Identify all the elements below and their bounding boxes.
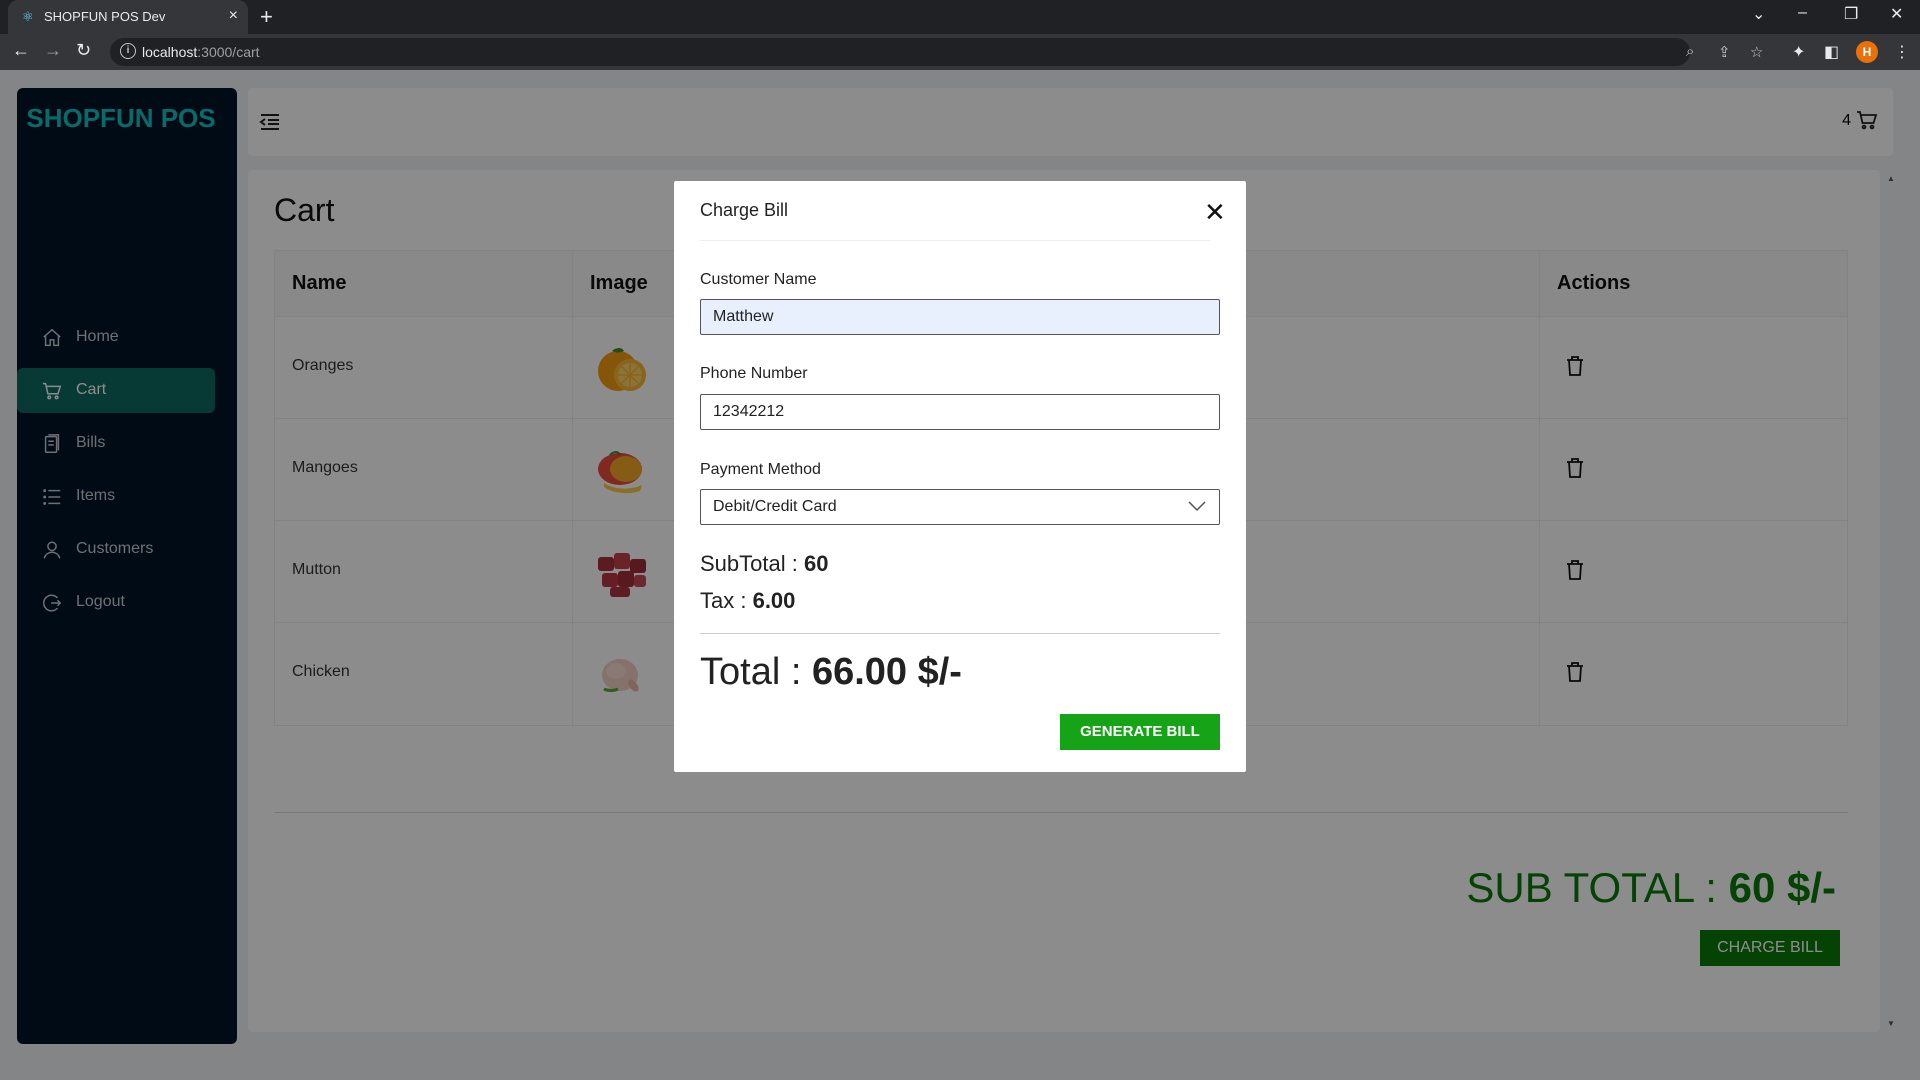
forward-icon[interactable]: →: [44, 40, 62, 61]
profile-avatar[interactable]: H: [1856, 41, 1878, 63]
minimize-icon[interactable]: –: [1798, 4, 1807, 22]
browser-tabbar: ⚛ SHOPFUN POS Dev × + ⌄ – ❐ ✕: [0, 0, 1920, 34]
modal-header-divider: [700, 240, 1210, 241]
extensions-icon[interactable]: ✦: [1792, 42, 1805, 62]
modal-title: Charge Bill: [700, 200, 789, 220]
address-bar[interactable]: i localhost:3000/cart ⌕ ⇪ ☆: [110, 38, 1763, 66]
generate-bill-button[interactable]: GENERATE BILL: [1060, 714, 1220, 750]
site-info-icon[interactable]: i: [120, 43, 136, 59]
charge-bill-modal: Charge Bill ✕ Customer Name Matthew Phon…: [674, 181, 1246, 772]
browser-tab[interactable]: ⚛ SHOPFUN POS Dev ×: [8, 0, 248, 34]
tab-close-icon[interactable]: ×: [229, 7, 238, 25]
modal-subtotal: SubTotal : 60: [700, 551, 829, 576]
phone-number-label: Phone Number: [700, 365, 808, 382]
payment-method-value: Debit/Credit Card: [713, 498, 837, 515]
modal-tax: Tax : 6.00: [700, 588, 796, 613]
url-text: localhost:3000/cart: [142, 44, 260, 60]
react-favicon-icon: ⚛: [22, 9, 34, 24]
tab-search-icon[interactable]: ⌄: [1752, 4, 1765, 24]
browser-menu-icon[interactable]: ⋮: [1894, 42, 1910, 62]
restore-icon[interactable]: ❐: [1844, 4, 1858, 24]
bookmark-star-icon[interactable]: ☆: [1750, 43, 1763, 61]
modal-divider: [700, 633, 1220, 634]
payment-method-label: Payment Method: [700, 461, 821, 478]
close-window-icon[interactable]: ✕: [1890, 4, 1903, 24]
browser-toolbar: ← → ↻ i localhost:3000/cart ⌕ ⇪ ☆ ✦ ◧ H …: [0, 34, 1920, 70]
customer-name-label: Customer Name: [700, 271, 817, 288]
app-page: SHOPFUN POS Home Cart Bills Items Custom…: [0, 70, 1920, 1080]
zoom-icon[interactable]: ⌕: [1686, 43, 1694, 60]
reload-icon[interactable]: ↻: [76, 40, 91, 61]
side-panel-icon[interactable]: ◧: [1824, 42, 1839, 62]
chevron-down-icon: [1188, 501, 1206, 512]
new-tab-icon[interactable]: +: [260, 4, 273, 30]
tab-title: SHOPFUN POS Dev: [44, 9, 166, 24]
back-icon[interactable]: ←: [12, 40, 30, 61]
share-icon[interactable]: ⇪: [1718, 43, 1731, 61]
close-icon[interactable]: ✕: [1204, 199, 1226, 225]
modal-total: Total : 66.00 $/-: [700, 651, 962, 693]
phone-number-input[interactable]: 12342212: [700, 394, 1220, 430]
payment-method-select[interactable]: Debit/Credit Card: [700, 489, 1220, 525]
customer-name-input[interactable]: Matthew: [700, 299, 1220, 335]
